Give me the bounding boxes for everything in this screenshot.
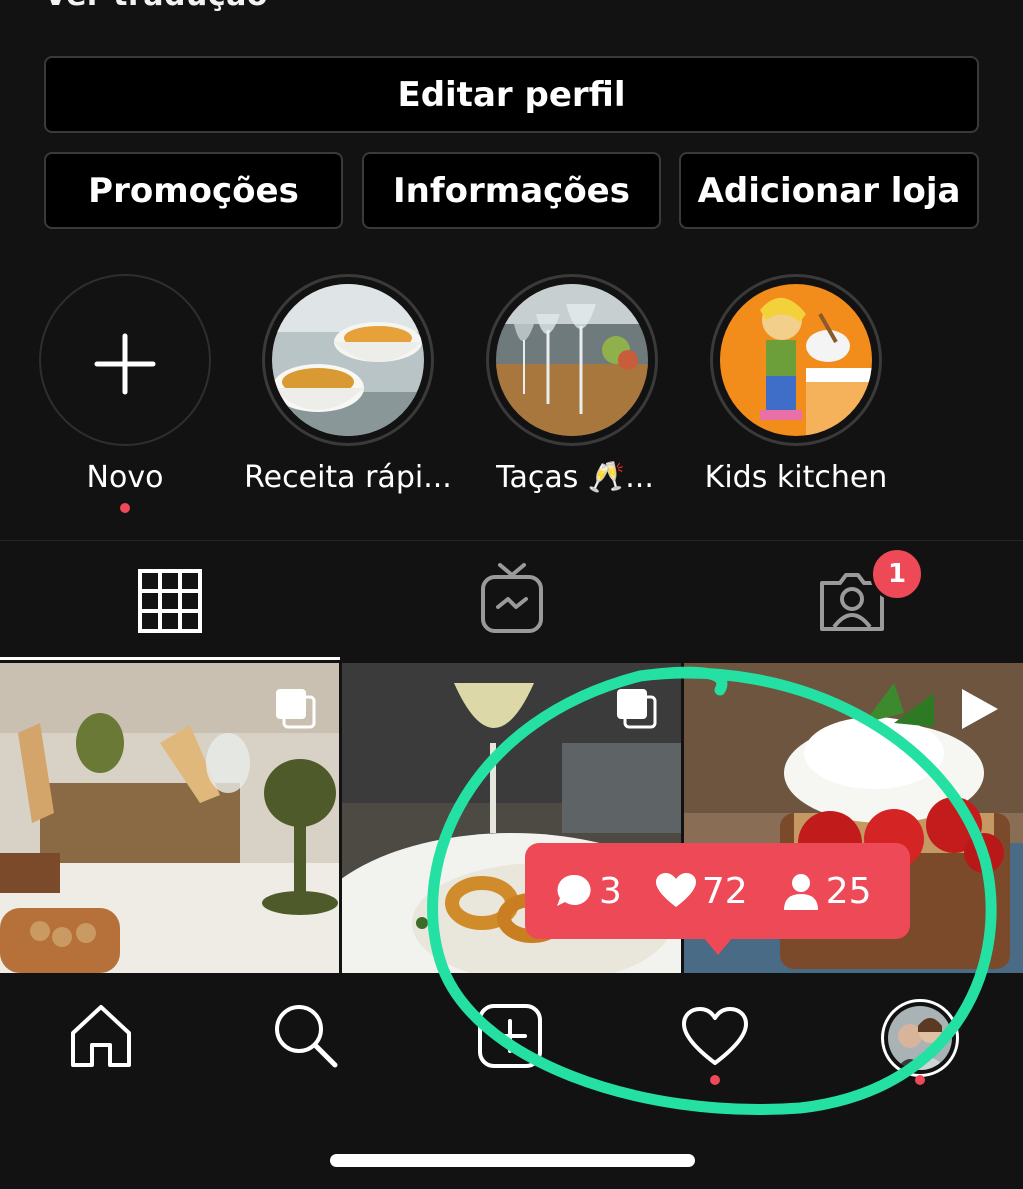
highlight-label: Novo <box>86 460 164 495</box>
highlight-kids-kitchen[interactable] <box>710 274 882 446</box>
bottom-nav <box>0 975 1023 1125</box>
profile-tabs: 1 <box>0 541 1023 660</box>
likes-value: 72 <box>701 870 748 912</box>
comments-value: 3 <box>599 870 622 912</box>
video-play-icon <box>962 689 998 729</box>
edit-profile-button[interactable]: Editar perfil <box>44 56 979 133</box>
plus-icon <box>94 333 156 395</box>
new-highlight-button[interactable] <box>39 274 211 446</box>
highlight-tacas[interactable] <box>486 274 658 446</box>
search-icon[interactable] <box>271 1001 341 1071</box>
avatar[interactable] <box>881 999 959 1077</box>
plus-square-icon[interactable] <box>477 1003 543 1069</box>
highlight-label: Receita rápi... <box>244 460 452 495</box>
comment-icon <box>557 874 591 906</box>
food-bowls-image <box>272 284 424 436</box>
grid-icon <box>138 569 202 633</box>
insights-button[interactable]: Informações <box>362 152 661 229</box>
highlight-receita[interactable] <box>262 274 434 446</box>
activity-dot <box>710 1075 720 1085</box>
new-highlight-dot <box>120 503 130 513</box>
carousel-icon <box>276 689 316 729</box>
home-icon[interactable] <box>68 1003 134 1069</box>
highlight-label: Kids kitchen <box>704 460 888 495</box>
followers-value: 25 <box>825 870 872 912</box>
avatar-photo <box>888 1006 952 1070</box>
promotions-button[interactable]: Promoções <box>44 152 343 229</box>
comments-count: 3 <box>555 871 622 912</box>
profile-dot <box>915 1075 925 1085</box>
followers-count: 25 <box>782 871 872 912</box>
heart-icon <box>655 873 696 907</box>
wine-glasses-image <box>496 284 648 436</box>
add-shop-button[interactable]: Adicionar loja <box>679 152 979 229</box>
carousel-icon <box>617 689 657 729</box>
kids-cartoon-image <box>720 284 872 436</box>
igtv-icon <box>481 563 543 633</box>
highlights-row: Novo Receita rápi... Taças 🥂... Kids kit… <box>0 270 1023 520</box>
post-tile[interactable] <box>0 663 339 973</box>
see-translation-link[interactable]: Ver tradução <box>44 0 268 13</box>
tooltip-pointer <box>703 937 733 955</box>
highlight-label: Taças 🥂... <box>496 460 654 495</box>
tab-tagged[interactable]: 1 <box>682 541 1023 659</box>
heart-outline-icon[interactable] <box>681 1007 749 1067</box>
tab-grid[interactable] <box>0 541 340 660</box>
person-icon <box>783 874 818 910</box>
likes-count: 72 <box>655 870 748 912</box>
home-indicator[interactable] <box>330 1154 695 1167</box>
tab-igtv[interactable] <box>341 541 681 659</box>
tagged-notification-badge: 1 <box>870 547 924 601</box>
active-tab-indicator <box>0 657 340 660</box>
activity-tooltip[interactable]: 3 72 25 <box>525 843 910 939</box>
